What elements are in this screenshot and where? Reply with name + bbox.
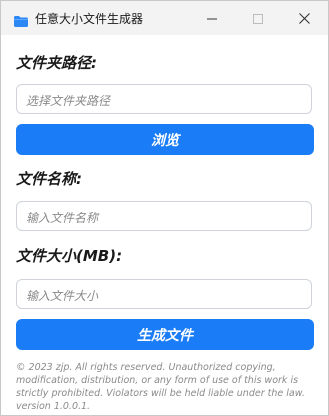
folder-icon — [14, 12, 28, 27]
minimize-button[interactable] — [189, 1, 235, 35]
generate-file-button-label: 生成文件 — [137, 327, 193, 344]
browse-button[interactable]: 浏览 — [16, 124, 314, 155]
close-icon — [298, 9, 310, 28]
window-title: 任意大小文件生成器 — [35, 12, 144, 26]
minimize-icon — [207, 9, 217, 28]
copyright-footer: © 2023 zjp. All rights reserved. Unautho… — [16, 362, 305, 412]
browse-button-label: 浏览 — [151, 132, 179, 149]
folder-path-placeholder: 选择文件夹路径 — [26, 94, 111, 108]
title-bar[interactable]: 任意大小文件生成器 — [1, 1, 328, 35]
folder-path-label: 文件夹路径: — [16, 54, 97, 72]
maximize-icon — [253, 9, 263, 28]
form-area: 文件夹路径: 选择文件夹路径 浏览 文件名称: 输入文件名称 文件大小(MB):… — [1, 35, 328, 415]
generate-file-button[interactable]: 生成文件 — [16, 319, 314, 350]
close-button[interactable] — [281, 1, 327, 35]
file-size-input[interactable]: 输入文件大小 — [16, 279, 312, 309]
file-size-placeholder: 输入文件大小 — [26, 289, 99, 303]
file-name-input[interactable]: 输入文件名称 — [16, 201, 312, 231]
folder-path-input[interactable]: 选择文件夹路径 — [16, 84, 312, 114]
maximize-button[interactable] — [235, 1, 281, 35]
file-name-placeholder: 输入文件名称 — [26, 211, 99, 225]
file-size-label: 文件大小(MB): — [16, 247, 123, 265]
app-window: 任意大小文件生成器 文件夹路径: 选择文件夹路径 浏览 文件名称: 输入文件名称… — [0, 0, 329, 416]
file-name-label: 文件名称: — [16, 170, 82, 188]
